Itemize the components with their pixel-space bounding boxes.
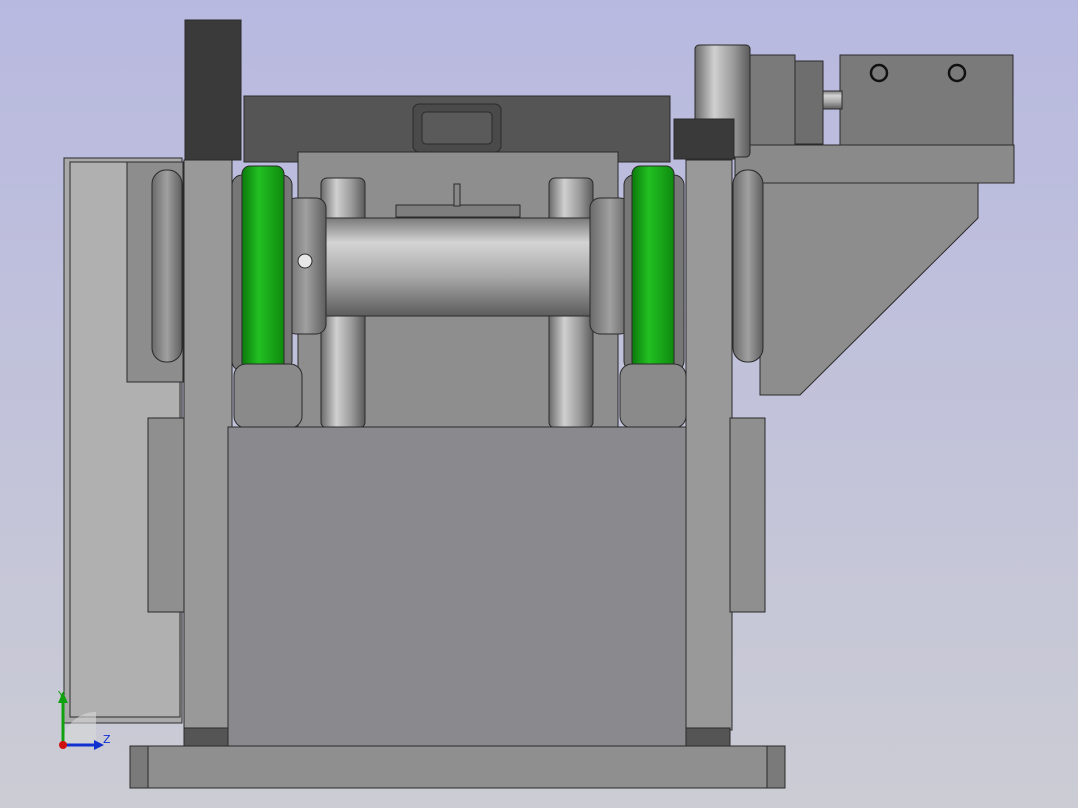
main-shaft [289,217,625,317]
cad-model-view: Y Z [0,0,1078,808]
base-left-end [129,745,149,789]
right-outer-disc [732,169,764,363]
motor-shaft [821,90,843,110]
left-frame-foot [183,727,229,747]
center-slot [395,204,521,218]
right-green-wheel [631,165,675,371]
triad-y-label: Y [57,689,65,702]
base-plate [129,745,786,789]
right-frame-foot [685,727,731,747]
right-motor-body [839,54,1014,146]
base-right-end [766,745,786,789]
cad-viewport[interactable]: Y Z [0,0,1078,808]
coupling-block [792,60,824,145]
top-handle-inner [421,111,493,145]
left-lower-strip [147,417,185,613]
right-dark-cap [673,118,735,160]
left-frame-plate [183,159,233,731]
left-green-wheel [241,165,285,371]
main-lower-body [227,426,687,748]
right-lower-link [619,363,687,429]
left-dark-block [184,19,242,161]
triad-z-label: Z [103,733,111,746]
center-pin [453,183,461,207]
left-outer-disc [151,169,183,363]
left-lower-link [233,363,303,429]
shaft-hole [297,253,313,269]
right-top-plate [734,144,1015,184]
right-side-strip [729,417,766,613]
right-frame-plate [685,159,733,731]
